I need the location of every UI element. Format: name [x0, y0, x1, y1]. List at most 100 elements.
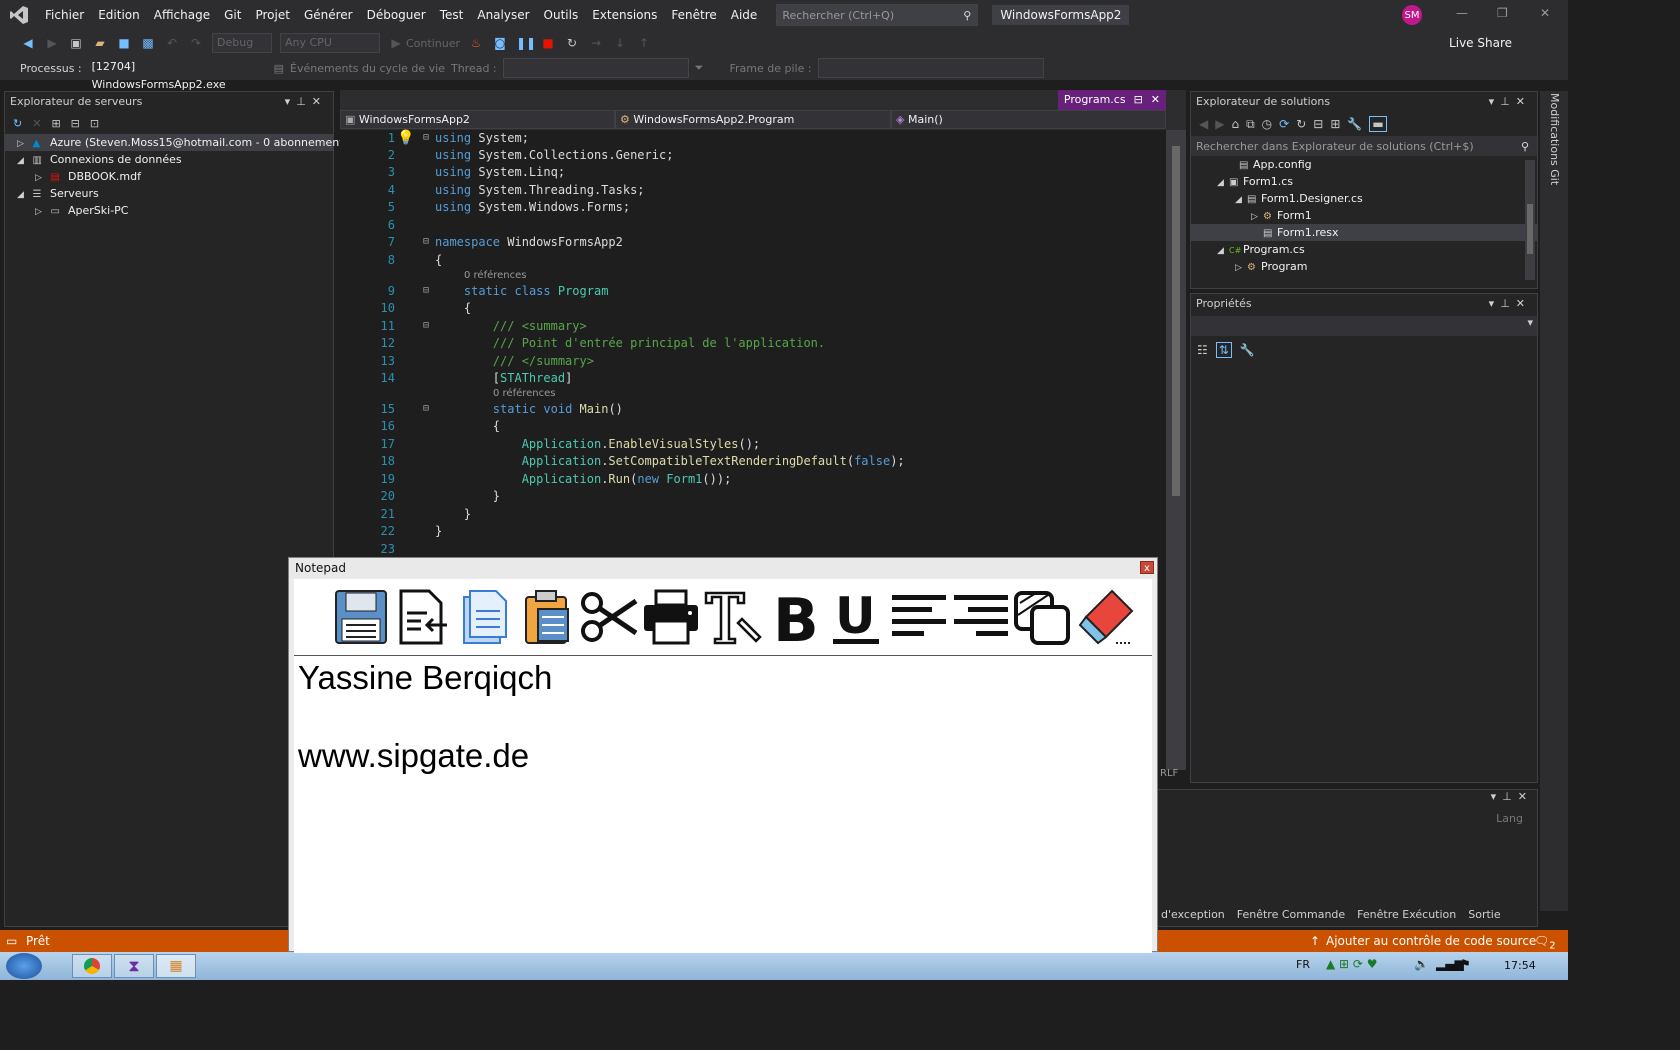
new-project-icon[interactable]: ▣	[68, 35, 84, 51]
refresh-icon[interactable]: ↻	[1296, 117, 1306, 131]
editor-scrollbar[interactable]	[1166, 130, 1186, 770]
collapse-icon[interactable]: ⊟	[423, 132, 429, 143]
lifecycle-events-dropdown[interactable]: Événements du cycle de vie	[290, 62, 445, 75]
menu-test[interactable]: Test	[433, 0, 471, 30]
open-folder-icon[interactable]: ▰	[92, 35, 108, 51]
tree-item-app-config[interactable]: ▤ App.config	[1191, 156, 1537, 173]
tab-program-cs[interactable]: Program.cs ⊟ ✕	[1057, 90, 1166, 110]
continue-icon[interactable]: ▶	[388, 35, 404, 51]
start-button-icon[interactable]	[6, 953, 42, 979]
open-file-icon[interactable]	[394, 587, 452, 647]
collapse-icon[interactable]: ⊟	[423, 403, 429, 414]
menu-edit[interactable]: Edition	[91, 0, 147, 30]
tree-item-form1-designer[interactable]: ◢ ▤ Form1.Designer.cs	[1191, 190, 1537, 207]
panel-controls-icon[interactable]: ▾⊥✕	[1489, 92, 1537, 112]
continue-button[interactable]: Continuer	[406, 37, 460, 50]
solution-search-input[interactable]: Rechercher dans Explorateur de solutions…	[1191, 136, 1537, 156]
hot-reload-icon[interactable]: ♨	[468, 35, 484, 51]
avatar[interactable]: SM	[1402, 5, 1422, 25]
copy-icon[interactable]	[1014, 587, 1072, 647]
solution-scrollbar[interactable]	[1525, 160, 1535, 280]
tree-item-dbbook[interactable]: ▷ ▤ DBBOOK.mdf	[5, 168, 333, 185]
cut-icon[interactable]	[580, 587, 638, 647]
save-all-icon[interactable]: ▩	[140, 35, 156, 51]
step-into-icon[interactable]: ↓	[612, 35, 628, 51]
close-tab-icon[interactable]: ✕	[1151, 90, 1160, 110]
save-icon[interactable]	[332, 587, 390, 647]
categorized-icon[interactable]: ☷	[1197, 343, 1208, 357]
codelens-references[interactable]: 0 références	[464, 270, 527, 281]
thread-dropdown[interactable]	[502, 58, 689, 78]
notepad-app-taskbar-icon[interactable]: ▦	[156, 954, 196, 978]
panel-controls-icon[interactable]: ▾⊥✕	[285, 92, 333, 112]
forward-icon[interactable]: ▶	[44, 35, 60, 51]
step-out-icon[interactable]: ↑	[636, 35, 652, 51]
undo-icon[interactable]: ↶	[164, 35, 180, 51]
menu-view[interactable]: Affichage	[147, 0, 217, 30]
pending-changes-icon[interactable]: ◷	[1262, 117, 1272, 131]
collapse-icon[interactable]: ⊟	[423, 285, 429, 296]
stop-icon[interactable]: ■	[540, 35, 556, 51]
menu-help[interactable]: Aide	[724, 0, 765, 30]
scrollbar-thumb[interactable]	[1172, 146, 1180, 496]
tree-item-form1-resx[interactable]: ▤ Form1.resx	[1191, 224, 1537, 241]
align-right-icon[interactable]	[952, 587, 1010, 647]
menu-project[interactable]: Projet	[248, 0, 296, 30]
search-input[interactable]: Rechercher (Ctrl+Q) ⚲	[776, 4, 979, 26]
member-dropdown[interactable]: ◈ Main()	[891, 110, 1166, 129]
tree-item-azure[interactable]: ▷ ▲ Azure (Steven.Moss15@hotmail.com - 0…	[5, 134, 354, 151]
collapse-icon[interactable]: ⊟	[423, 320, 429, 331]
platform-dropdown[interactable]: Any CPU	[280, 33, 380, 53]
live-share-button[interactable]: Live Share	[1449, 36, 1512, 50]
font-icon[interactable]	[704, 587, 762, 647]
panel-controls-icon[interactable]: ▾⊥✕	[1489, 294, 1537, 314]
menu-tools[interactable]: Outils	[537, 0, 586, 30]
notepad-title-bar[interactable]: Notepad x	[289, 558, 1157, 578]
tab-output[interactable]: Sortie	[1468, 908, 1500, 921]
refresh-icon[interactable]: ↻	[13, 117, 22, 130]
menu-debug[interactable]: Déboguer	[360, 0, 433, 30]
tab-exception-settings[interactable]: d'exception	[1161, 908, 1225, 921]
add-to-source-control-button[interactable]: Ajouter au contrôle de code source	[1326, 930, 1536, 952]
tree-item-form1-class[interactable]: ▷ ⚙ Form1	[1191, 207, 1537, 224]
bold-icon[interactable]: B	[766, 587, 824, 647]
forward-icon[interactable]: ▶	[1215, 117, 1224, 131]
print-icon[interactable]	[642, 587, 700, 647]
clock[interactable]: 17:54	[1504, 959, 1536, 972]
code-editor[interactable]: 💡 1 2 3 4 5 6 7 8 9 10 11 12 13 14 15 16…	[340, 130, 1166, 560]
back-icon[interactable]: ◀	[1199, 117, 1208, 131]
connect-server-icon[interactable]: ⊟	[71, 117, 80, 130]
eraser-icon[interactable]	[1076, 587, 1134, 647]
paste-icon[interactable]	[518, 587, 576, 647]
close-button[interactable]: x	[1140, 561, 1154, 574]
back-icon[interactable]: ◀	[20, 35, 36, 51]
alphabetical-icon[interactable]: ⇅	[1215, 342, 1232, 358]
filter-icon[interactable]: ⏷	[695, 61, 704, 75]
git-changes-side-tab[interactable]: Modifications Git	[1540, 91, 1568, 911]
lightbulb-icon[interactable]: 💡	[397, 130, 414, 146]
codelens-references[interactable]: 0 références	[493, 388, 556, 399]
stack-frame-dropdown[interactable]	[817, 58, 1044, 78]
connect-database-icon[interactable]: ⊞	[51, 117, 60, 130]
switch-view-icon[interactable]: ⧉	[1246, 117, 1255, 132]
show-all-files-icon[interactable]: ⊞	[1330, 117, 1340, 131]
tree-item-program-class[interactable]: ▷ ⚙ Program	[1191, 258, 1537, 275]
menu-git[interactable]: Git	[217, 0, 248, 30]
object-selector-dropdown[interactable]: ▾	[1191, 316, 1537, 336]
underline-icon[interactable]: U	[828, 587, 886, 647]
minimize-icon[interactable]: —	[1456, 6, 1468, 20]
menu-file[interactable]: Fichier	[38, 0, 91, 30]
panel-controls-icon[interactable]: ▾⊥✕	[1491, 790, 1533, 803]
menu-build[interactable]: Générer	[297, 0, 360, 30]
tree-item-form1-cs[interactable]: ◢ ▣ Form1.cs	[1191, 173, 1537, 190]
properties-wrench-icon[interactable]: 🔧	[1347, 117, 1362, 131]
collapse-icon[interactable]: ⊟	[423, 236, 429, 247]
new-document-icon[interactable]	[456, 587, 514, 647]
menu-window[interactable]: Fenêtre	[664, 0, 723, 30]
tree-item-program-cs[interactable]: ◢ C# Program.cs	[1191, 241, 1537, 258]
pause-icon[interactable]: ❚❚	[516, 35, 536, 51]
step-over-icon[interactable]: →	[588, 35, 604, 51]
camera-icon[interactable]: ◙	[492, 35, 508, 51]
project-dropdown[interactable]: ▣ WindowsFormsApp2	[340, 110, 615, 129]
property-pages-icon[interactable]: 🔧	[1240, 343, 1255, 357]
